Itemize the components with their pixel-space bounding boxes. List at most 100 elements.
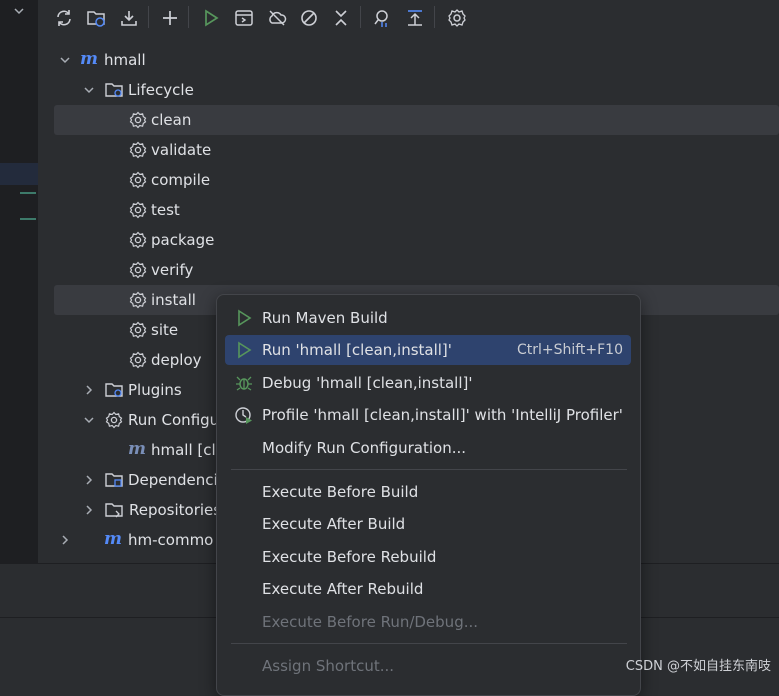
skip-tests-button[interactable] [297, 6, 321, 30]
run-icon [205, 9, 219, 27]
maven-config-icon: m [128, 439, 146, 459]
editor-gutter [0, 0, 38, 563]
gear-icon [129, 141, 147, 159]
phase-label: deploy [151, 351, 202, 369]
dependencies-label: Dependenci [128, 471, 218, 489]
download-sources-button[interactable] [117, 6, 141, 30]
gutter-selection [0, 163, 38, 185]
tree-node-project[interactable]: m hmall [54, 45, 779, 75]
menu-item-label: Execute After Build [262, 515, 406, 533]
menu-item-label: Assign Shortcut... [262, 657, 395, 675]
watermark: CSDN @不如自挂东南吱 [625, 659, 771, 674]
run-icon [238, 309, 252, 327]
run-icon [238, 341, 252, 359]
tree-node-phase[interactable]: clean [54, 105, 779, 135]
menu-item-label: Execute Before Rebuild [262, 548, 437, 566]
show-dependencies-button[interactable] [370, 6, 394, 30]
run-configurations-label: Run Configu [128, 411, 220, 429]
add-project-button[interactable] [158, 6, 182, 30]
menu-separator [231, 643, 627, 644]
gear-icon [129, 321, 147, 339]
menu-item-run-maven-build[interactable]: Run Maven Build [225, 303, 631, 333]
menu-item-exec-before-build[interactable]: Execute Before Build [225, 477, 631, 507]
gear-icon [129, 201, 147, 219]
tree-node-phase[interactable]: verify [54, 255, 779, 285]
gear-icon [129, 351, 147, 369]
reload-folder-button[interactable] [84, 6, 108, 30]
dependency-search-icon [374, 10, 388, 27]
offline-mode-button[interactable] [265, 6, 289, 30]
chevron-down-icon[interactable] [82, 413, 96, 427]
settings-button[interactable] [445, 6, 469, 30]
menu-item-assign-shortcut: Assign Shortcut... [225, 651, 631, 681]
menu-item-exec-before-rebuild[interactable]: Execute Before Rebuild [225, 542, 631, 572]
context-menu: Run Maven Build Run 'hmall [clean,instal… [216, 294, 641, 696]
dependencies-folder-icon [105, 473, 123, 487]
reload-button[interactable] [52, 6, 76, 30]
gear-icon [448, 9, 466, 27]
run-button[interactable] [199, 6, 223, 30]
maven-module-icon: m [80, 49, 98, 69]
menu-item-label: Modify Run Configuration... [262, 439, 467, 457]
lifecycle-folder-icon [105, 83, 123, 97]
menu-item-debug[interactable]: Debug 'hmall [clean,install]' [225, 368, 631, 398]
gear-icon [129, 111, 147, 129]
phase-label: install [151, 291, 196, 309]
chevron-right-icon[interactable] [58, 533, 72, 547]
menu-item-exec-after-build[interactable]: Execute After Build [225, 509, 631, 539]
menu-separator [231, 469, 627, 470]
module-label: hm-commo [128, 531, 214, 549]
no-entry-icon [301, 10, 317, 26]
tree-node-phase[interactable]: validate [54, 135, 779, 165]
execute-goal-button[interactable] [232, 6, 256, 30]
gear-icon [129, 231, 147, 249]
scroll-to-top-button[interactable] [403, 6, 427, 30]
chevron-down-icon[interactable] [12, 4, 26, 18]
menu-item-exec-before-run: Execute Before Run/Debug... [225, 607, 631, 637]
tree-node-phase[interactable]: compile [54, 165, 779, 195]
phase-label: clean [151, 111, 192, 129]
plus-icon [163, 11, 177, 25]
phase-label: validate [151, 141, 212, 159]
lifecycle-label: Lifecycle [128, 81, 194, 99]
tree-node-phase[interactable]: test [54, 195, 779, 225]
keyboard-shortcut: Ctrl+Shift+F10 [516, 342, 623, 358]
chevron-right-icon[interactable] [82, 503, 96, 517]
menu-item-modify-run-config[interactable]: Modify Run Configuration... [225, 433, 631, 463]
menu-item-label: Execute Before Build [262, 483, 419, 501]
bug-icon [236, 376, 252, 391]
project-label: hmall [104, 51, 146, 69]
repositories-label: Repositories [129, 501, 222, 519]
chevron-down-icon[interactable] [82, 83, 96, 97]
run-config-item-label: hmall [cle [151, 441, 225, 459]
phase-label: package [151, 231, 215, 249]
menu-item-profile[interactable]: Profile 'hmall [clean,install]' with 'In… [225, 400, 631, 430]
cloud-off-icon [269, 10, 287, 26]
download-icon [121, 11, 137, 26]
gear-icon [105, 411, 123, 429]
menu-item-label: Execute Before Run/Debug... [262, 613, 479, 631]
gear-icon [129, 261, 147, 279]
profiler-icon [235, 407, 252, 424]
phase-label: compile [151, 171, 211, 189]
menu-item-label: Run Maven Build [262, 309, 388, 327]
gutter-change-marker [20, 218, 36, 220]
reload-icon [57, 10, 71, 26]
collapse-icon [335, 10, 347, 26]
chevron-right-icon[interactable] [82, 473, 96, 487]
collapse-all-button[interactable] [329, 6, 353, 30]
gear-icon [129, 291, 147, 309]
gear-icon [129, 171, 147, 189]
terminal-icon [235, 10, 253, 26]
menu-item-label: Run 'hmall [clean,install]' [262, 341, 452, 359]
menu-item-label: Profile 'hmall [clean,install]' with 'In… [262, 406, 623, 424]
repositories-folder-icon [105, 503, 123, 518]
align-top-icon [408, 10, 422, 26]
menu-item-exec-after-rebuild[interactable]: Execute After Rebuild [225, 574, 631, 604]
chevron-down-icon[interactable] [58, 53, 72, 67]
menu-item-label: Debug 'hmall [clean,install]' [262, 374, 473, 392]
tree-node-lifecycle[interactable]: Lifecycle [54, 75, 779, 105]
tree-node-phase[interactable]: package [54, 225, 779, 255]
chevron-right-icon[interactable] [82, 383, 96, 397]
menu-item-run-config[interactable]: Run 'hmall [clean,install]' Ctrl+Shift+F… [225, 335, 631, 365]
